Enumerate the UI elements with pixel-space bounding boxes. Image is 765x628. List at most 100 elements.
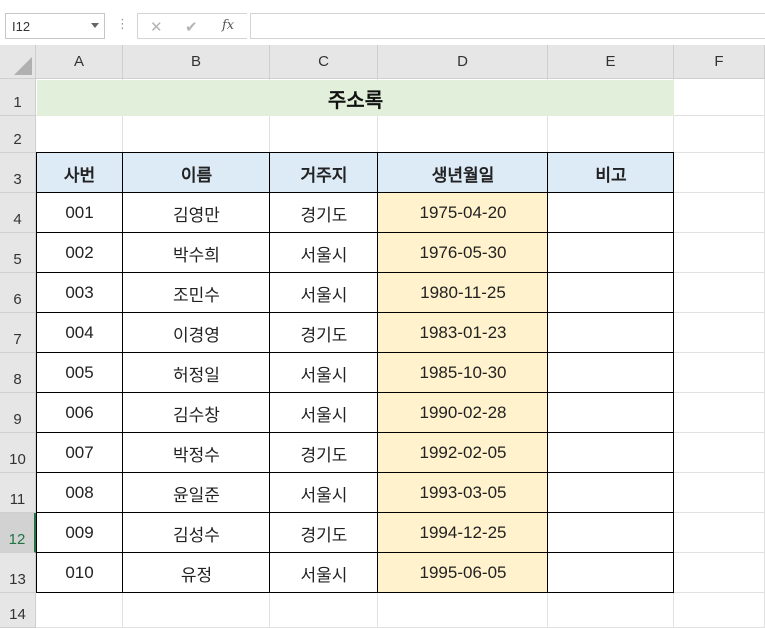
table-cell[interactable]: 008 <box>36 473 123 513</box>
row-header-3[interactable]: 3 <box>0 153 36 193</box>
row-number: 12 <box>8 531 26 548</box>
table-cell[interactable]: 서울시 <box>270 273 378 313</box>
table-cell[interactable]: 경기도 <box>270 433 378 473</box>
table-cell[interactable]: 조민수 <box>123 273 270 313</box>
row-header-10[interactable]: 10 <box>0 433 36 473</box>
table-cell[interactable] <box>548 393 674 433</box>
row-number: 2 <box>13 131 22 148</box>
table-cell[interactable]: 1994-12-25 <box>378 513 548 553</box>
row-header-14[interactable]: 14 <box>0 593 36 628</box>
table-header-cell[interactable]: 이름 <box>123 153 270 193</box>
table-cell[interactable] <box>548 473 674 513</box>
table-border <box>36 272 674 273</box>
table-cell[interactable]: 경기도 <box>270 513 378 553</box>
table-header-cell[interactable]: 생년월일 <box>378 153 548 193</box>
table-cell[interactable]: 서울시 <box>270 233 378 273</box>
table-cell[interactable]: 서울시 <box>270 473 378 513</box>
table-border <box>122 152 123 593</box>
table-border <box>36 512 674 513</box>
table-cell[interactable] <box>548 513 674 553</box>
table-cell[interactable]: 1983-01-23 <box>378 313 548 353</box>
table-cell[interactable]: 003 <box>36 273 123 313</box>
row-number: 4 <box>13 211 22 228</box>
sheet-title[interactable]: 주소록 <box>37 80 674 116</box>
table-cell[interactable]: 김수창 <box>123 393 270 433</box>
table-cell[interactable]: 002 <box>36 233 123 273</box>
table-cell[interactable]: 1985-10-30 <box>378 353 548 393</box>
table-cell[interactable]: 박정수 <box>123 433 270 473</box>
row-number: 5 <box>13 251 22 268</box>
table-cell[interactable]: 009 <box>36 513 123 553</box>
table-cell[interactable]: 허정일 <box>123 353 270 393</box>
row-header-4[interactable]: 4 <box>0 193 36 233</box>
table-header-cell[interactable]: 비고 <box>548 153 674 193</box>
table-cell[interactable]: 이경영 <box>123 313 270 353</box>
table-cell[interactable]: 윤일준 <box>123 473 270 513</box>
row-number: 1 <box>13 94 22 111</box>
column-header-a[interactable]: A <box>36 45 123 79</box>
table-cell[interactable]: 박수희 <box>123 233 270 273</box>
table-cell[interactable] <box>548 433 674 473</box>
table-cell[interactable]: 007 <box>36 433 123 473</box>
table-border <box>36 152 674 153</box>
column-header-c[interactable]: C <box>270 45 378 79</box>
row-number: 8 <box>13 371 22 388</box>
table-cell[interactable]: 김성수 <box>123 513 270 553</box>
table-border <box>36 592 674 593</box>
row-number: 6 <box>13 291 22 308</box>
row-header-13[interactable]: 13 <box>0 553 36 593</box>
table-cell[interactable]: 004 <box>36 313 123 353</box>
table-cell[interactable]: 1980-11-25 <box>378 273 548 313</box>
row-header-12[interactable]: 12 <box>0 513 36 553</box>
table-border <box>36 232 674 233</box>
table-cell[interactable] <box>548 353 674 393</box>
column-header-b[interactable]: B <box>123 45 270 79</box>
table-header-cell[interactable]: 사번 <box>36 153 123 193</box>
table-cell[interactable] <box>548 233 674 273</box>
table-cell[interactable]: 1992-02-05 <box>378 433 548 473</box>
row-header-6[interactable]: 6 <box>0 273 36 313</box>
table-cell[interactable]: 김영만 <box>123 193 270 233</box>
table-border <box>269 152 270 593</box>
table-cell[interactable]: 유정 <box>123 553 270 593</box>
table-cell[interactable]: 1993-03-05 <box>378 473 548 513</box>
table-border <box>36 432 674 433</box>
column-header-e[interactable]: E <box>548 45 674 79</box>
row-header-9[interactable]: 9 <box>0 393 36 433</box>
row-header-2[interactable]: 2 <box>0 116 36 153</box>
table-border <box>36 392 674 393</box>
table-cell[interactable] <box>548 273 674 313</box>
row-header-1[interactable]: 1 <box>0 79 36 116</box>
table-cell[interactable]: 서울시 <box>270 553 378 593</box>
table-cell[interactable]: 005 <box>36 353 123 393</box>
column-header-f[interactable]: F <box>674 45 765 79</box>
table-cell[interactable]: 006 <box>36 393 123 433</box>
table-header-cell[interactable]: 거주지 <box>270 153 378 193</box>
row-header-7[interactable]: 7 <box>0 313 36 353</box>
spreadsheet-grid: A B C D E F 1 2 3 4 5 6 7 8 9 10 11 12 13 14 주소록 사번 이름 거주지 생년월일 비… <box>0 0 765 628</box>
table-cell[interactable]: 001 <box>36 193 123 233</box>
row-header-5[interactable]: 5 <box>0 233 36 273</box>
table-cell[interactable]: 서울시 <box>270 353 378 393</box>
table-cell[interactable]: 경기도 <box>270 313 378 353</box>
select-all-icon <box>14 57 32 75</box>
table-cell[interactable]: 1995-06-05 <box>378 553 548 593</box>
table-cell[interactable]: 010 <box>36 553 123 593</box>
table-cell[interactable]: 경기도 <box>270 193 378 233</box>
row-header-11[interactable]: 11 <box>0 473 36 513</box>
table-cell[interactable]: 1976-05-30 <box>378 233 548 273</box>
row-number: 10 <box>9 451 26 468</box>
column-header-d[interactable]: D <box>378 45 548 79</box>
row-header-8[interactable]: 8 <box>0 353 36 393</box>
row-number: 7 <box>13 331 22 348</box>
table-cell[interactable] <box>548 553 674 593</box>
select-all-corner[interactable] <box>0 45 36 79</box>
table-cell[interactable] <box>548 193 674 233</box>
table-cell[interactable] <box>548 313 674 353</box>
table-border <box>547 152 548 593</box>
row-number: 3 <box>13 171 22 188</box>
table-cell[interactable]: 서울시 <box>270 393 378 433</box>
table-cell[interactable]: 1975-04-20 <box>378 193 548 233</box>
table-cell[interactable]: 1990-02-28 <box>378 393 548 433</box>
table-border <box>36 352 674 353</box>
